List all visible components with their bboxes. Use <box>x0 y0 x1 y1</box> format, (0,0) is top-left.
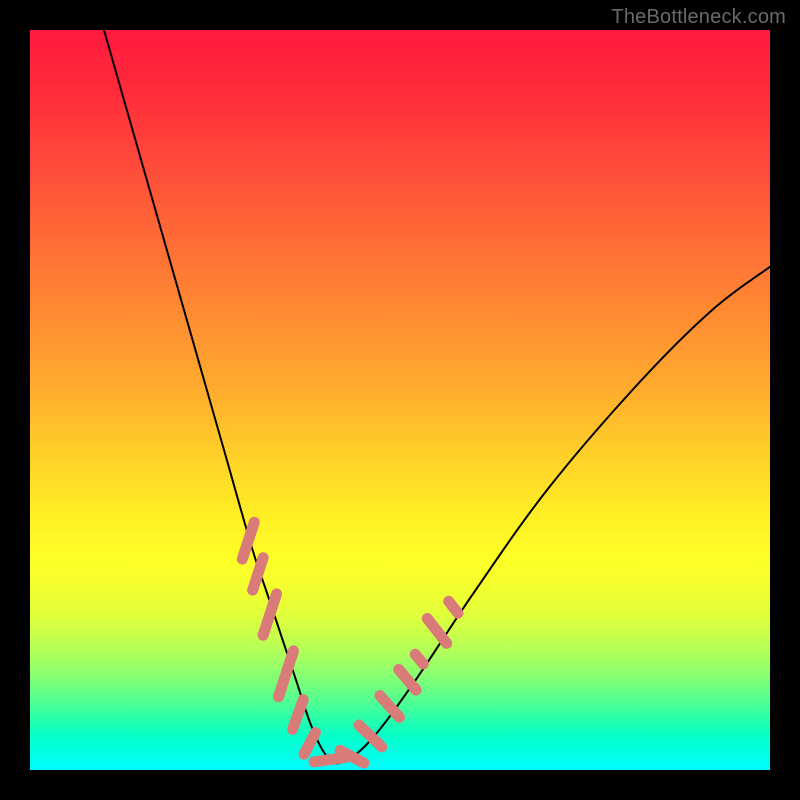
plot-area <box>30 30 770 770</box>
curve-marker <box>441 594 466 621</box>
bottleneck-curve <box>104 30 770 764</box>
curve-layer <box>30 30 770 770</box>
chart-frame: TheBottleneck.com <box>0 0 800 800</box>
watermark-text: TheBottleneck.com <box>611 6 786 29</box>
curve-marker <box>407 646 431 671</box>
curve-marker <box>256 587 283 642</box>
curve-marker <box>372 688 407 725</box>
marker-layer <box>235 515 465 770</box>
